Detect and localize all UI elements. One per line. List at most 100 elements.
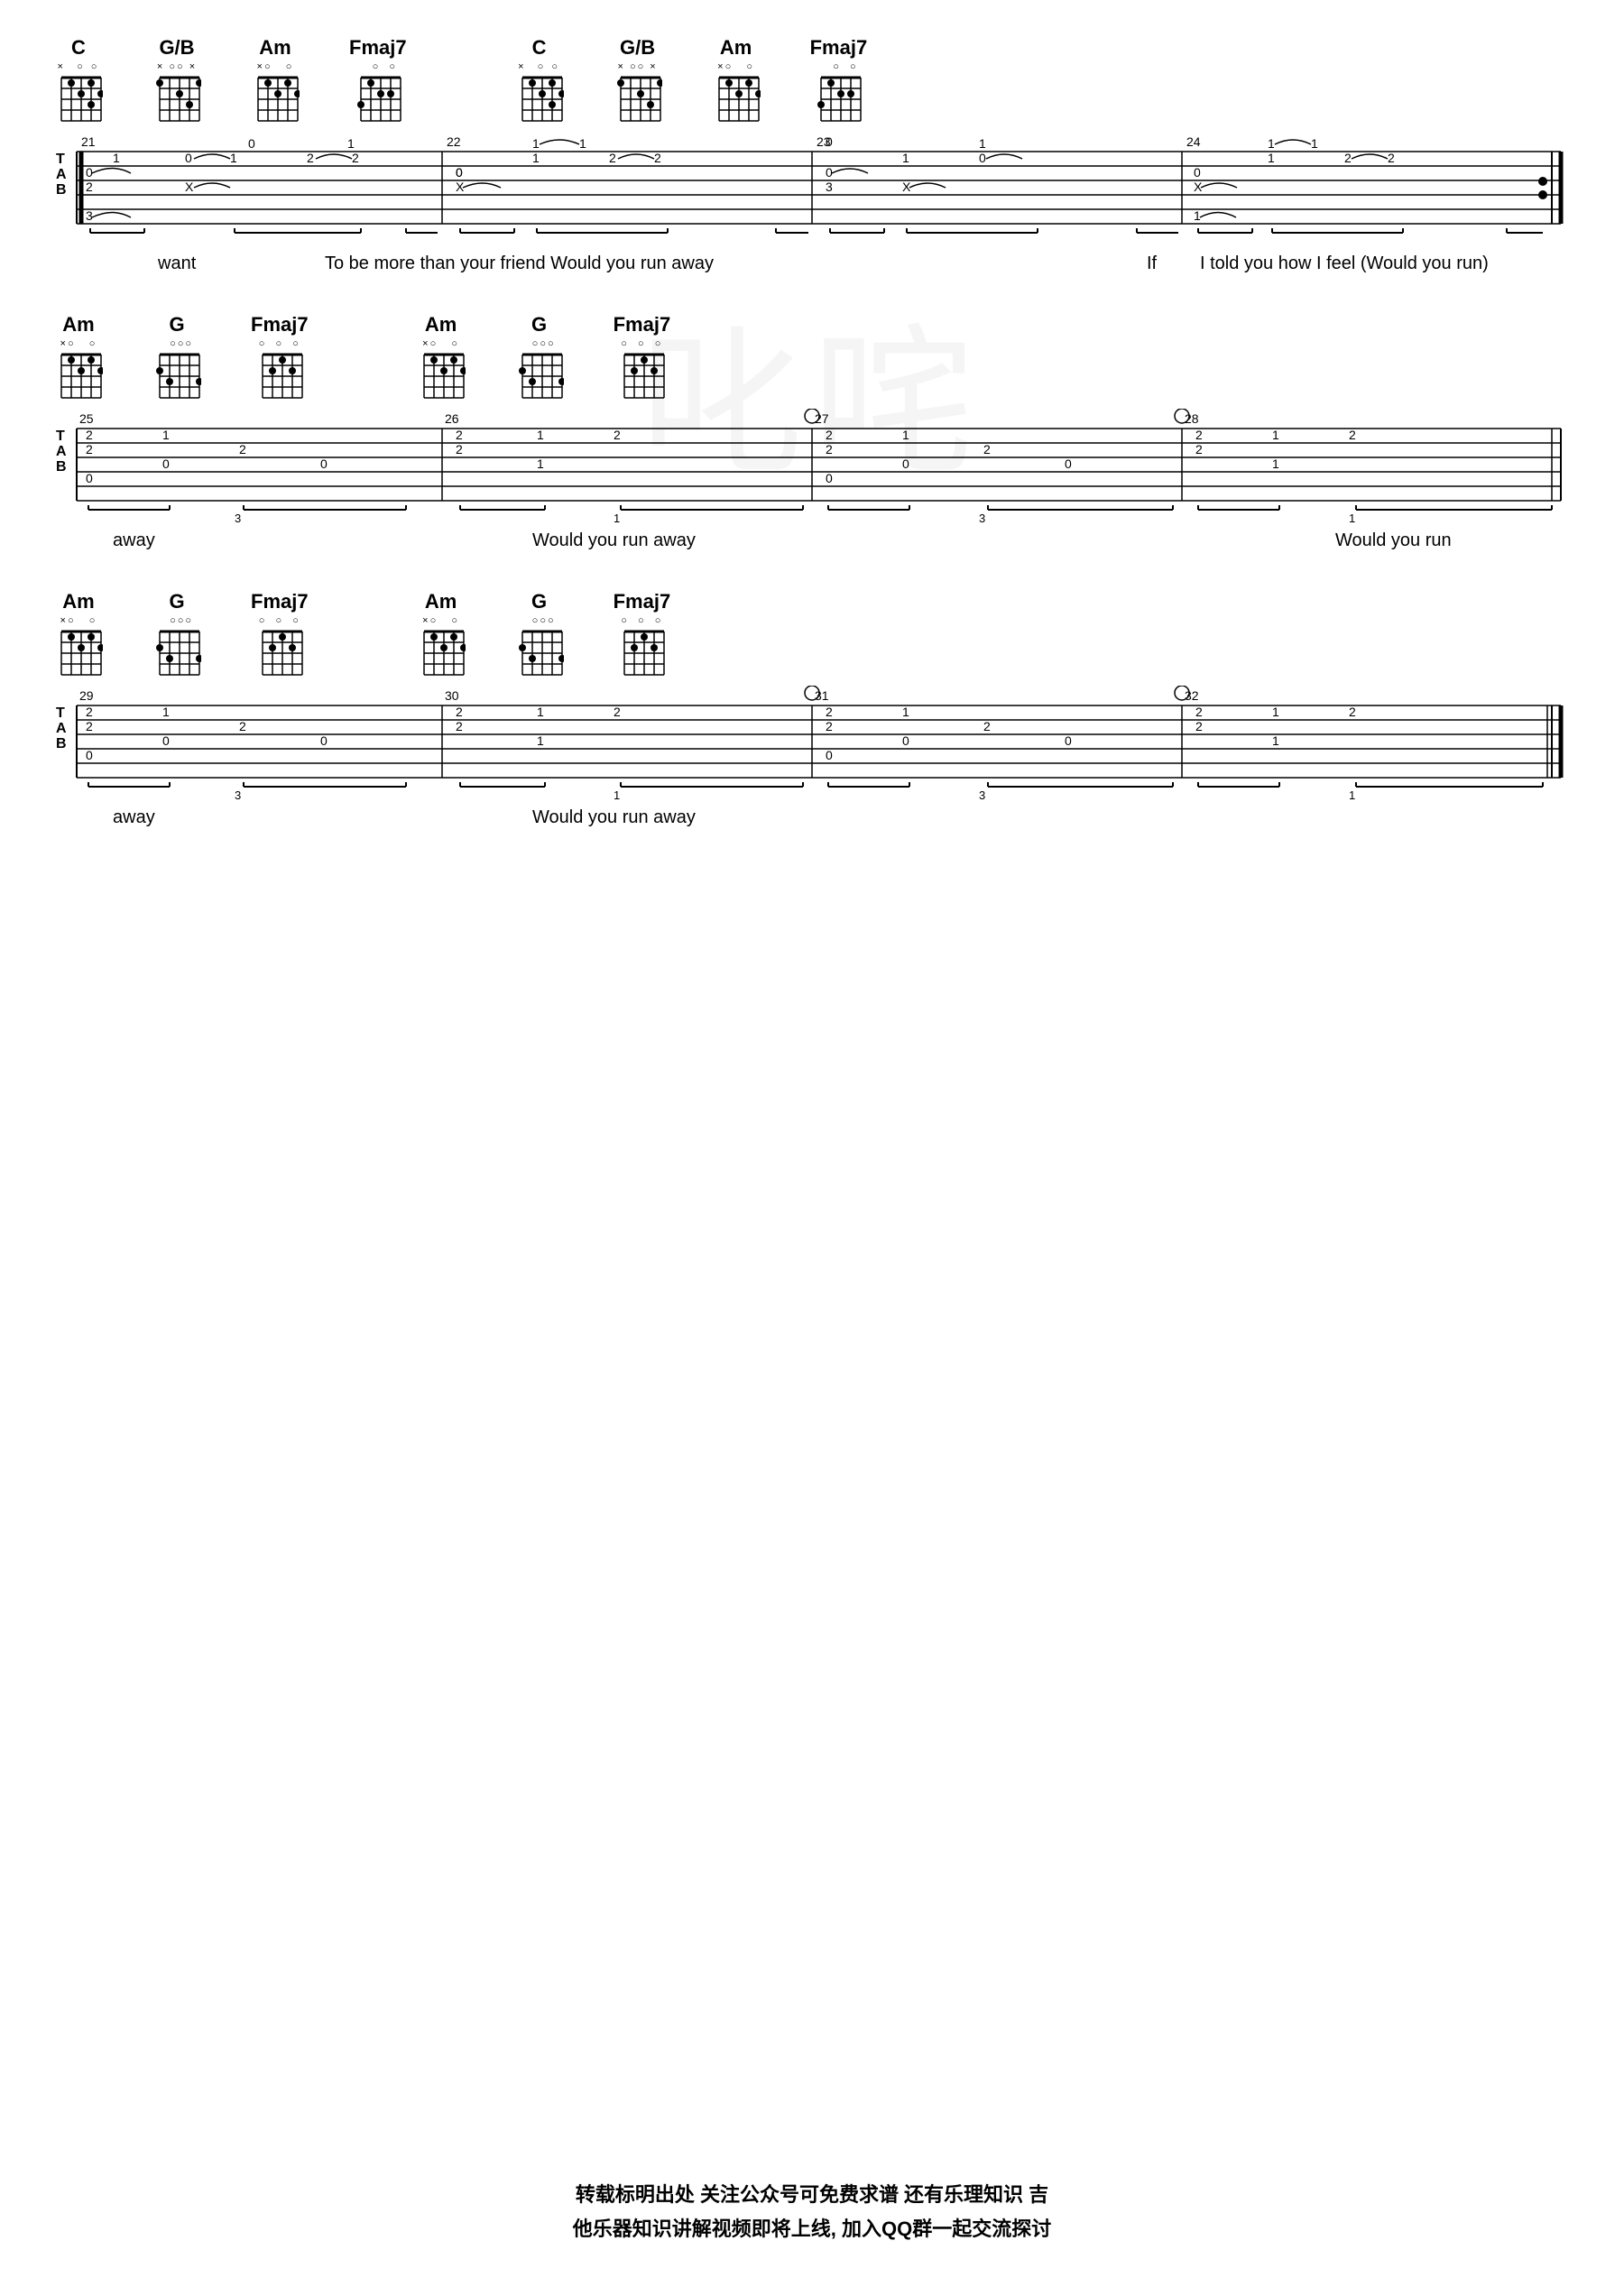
svg-text:0: 0 [162,733,170,748]
chord-am-1: Am ×○ ○ [251,36,300,124]
svg-text:25: 25 [79,411,94,426]
section-3: Am ×○ ○ [54,590,1570,840]
content: C × ○ ○ [54,36,1570,840]
svg-text:1: 1 [532,151,540,165]
svg-text:2: 2 [983,442,991,456]
svg-text:3: 3 [826,180,833,194]
chord-g-s2-1: G ○○○ [152,313,201,401]
chord-grid-am-s3-1 [54,628,103,678]
svg-text:T: T [56,705,65,721]
svg-text:2: 2 [654,151,661,165]
chord-grid-am-s2-1 [54,351,103,401]
chord-grid-fmaj7-s2-1 [255,351,304,401]
chord-gb-1: G/B × ○○ × [152,36,201,124]
svg-text:0: 0 [320,733,328,748]
svg-text:2: 2 [1195,719,1203,733]
lyric-if: If [1147,254,1157,274]
svg-text:2: 2 [86,442,93,456]
chord-grid-g-s3-1 [152,628,201,678]
lyric-away-3: away [113,807,155,828]
chord-fmaj7-1: Fmaj7 ○ ○ [349,36,407,124]
svg-text:2: 2 [609,151,616,165]
svg-text:2: 2 [239,442,246,456]
chord-c-2: C × ○ ○ [515,36,564,124]
chord-row-1: C × ○ ○ [54,36,1570,124]
page: 叱咤 C × ○ ○ [0,0,1624,2296]
svg-text:1: 1 [1272,733,1279,748]
svg-text:0: 0 [979,151,986,165]
chord-gb-2: G/B × ○○ × [614,36,662,124]
chord-c-1: C × ○ ○ [54,36,103,124]
svg-text:2: 2 [1195,705,1203,719]
chord-grid-fmaj7-s3-1 [255,628,304,678]
svg-text:1: 1 [537,456,544,471]
svg-text:A: A [56,167,67,182]
svg-text:0: 0 [320,456,328,471]
svg-text:2: 2 [826,428,833,442]
chord-am-s3-2: Am ×○ ○ [417,590,466,678]
svg-text:30: 30 [445,688,459,703]
svg-text:1: 1 [1272,428,1279,442]
chord-g-s2-2: G ○○○ [515,313,564,401]
svg-text:2: 2 [456,428,463,442]
svg-text:3: 3 [979,788,985,802]
svg-text:X: X [185,180,194,194]
svg-text:2: 2 [352,151,359,165]
svg-text:1: 1 [902,428,909,442]
svg-text:0: 0 [1065,733,1072,748]
svg-text:1: 1 [1268,151,1275,165]
chord-grid [152,74,201,124]
svg-text:T: T [56,429,65,444]
svg-text:3: 3 [86,208,93,223]
svg-text:0: 0 [185,151,192,165]
footer-line-2: 他乐器知识讲解视频即将上线, 加入QQ群一起交流探讨 [0,2213,1624,2242]
svg-text:1: 1 [614,512,620,525]
svg-text:1: 1 [162,428,170,442]
svg-text:3: 3 [979,512,985,525]
svg-text:1: 1 [532,136,540,151]
chord-row-3: Am ×○ ○ [54,590,1570,678]
lyric-wouldyourunaway-3: Would you run away [532,807,696,828]
svg-text:29: 29 [79,688,94,703]
svg-text:2: 2 [1195,442,1203,456]
chord-grid-am-s2-2 [417,351,466,401]
chord-am-s2-1: Am ×○ ○ [54,313,103,401]
section-2: Am ×○ ○ [54,313,1570,563]
svg-text:T: T [56,152,65,167]
svg-text:2: 2 [826,442,833,456]
svg-text:B: B [56,182,67,198]
svg-text:B: B [56,459,67,475]
chord-g-s3-1: G ○○○ [152,590,201,678]
tab-staff-1: T A B [54,132,1570,249]
svg-text:2: 2 [1388,151,1395,165]
chord-grid [354,74,402,124]
lyric-ifyoufeel: I told you how I feel (Would you run) [1200,254,1489,274]
svg-text:0: 0 [86,471,93,485]
svg-text:2: 2 [614,428,621,442]
chord-grid [54,74,103,124]
svg-text:1: 1 [1268,136,1275,151]
svg-text:31: 31 [815,688,829,703]
tab-staff-3: T A B 29 [54,686,1570,803]
svg-text:2: 2 [86,705,93,719]
svg-text:1: 1 [1272,456,1279,471]
chord-grid-fmaj7-s3-2 [617,628,666,678]
chord-grid-g-s2-2 [515,351,564,401]
svg-text:24: 24 [1186,134,1201,149]
svg-text:0: 0 [162,456,170,471]
chord-grid-g-s2-1 [152,351,201,401]
svg-text:1: 1 [579,136,586,151]
lyrics-line-2: away Would you run away Would you run [54,530,1570,563]
svg-text:1: 1 [347,136,355,151]
chord-fmaj7-2: Fmaj7 ○ ○ [810,36,868,124]
lyric-away-2: away [113,530,155,551]
svg-text:B: B [56,736,67,752]
lyric-wouldyourun-2: Would you run [1335,530,1452,551]
svg-text:2: 2 [86,428,93,442]
svg-text:1: 1 [1272,705,1279,719]
chord-grid [712,74,761,124]
svg-text:0: 0 [86,748,93,762]
svg-text:1: 1 [162,705,170,719]
svg-text:2: 2 [614,705,621,719]
svg-text:2: 2 [307,151,314,165]
